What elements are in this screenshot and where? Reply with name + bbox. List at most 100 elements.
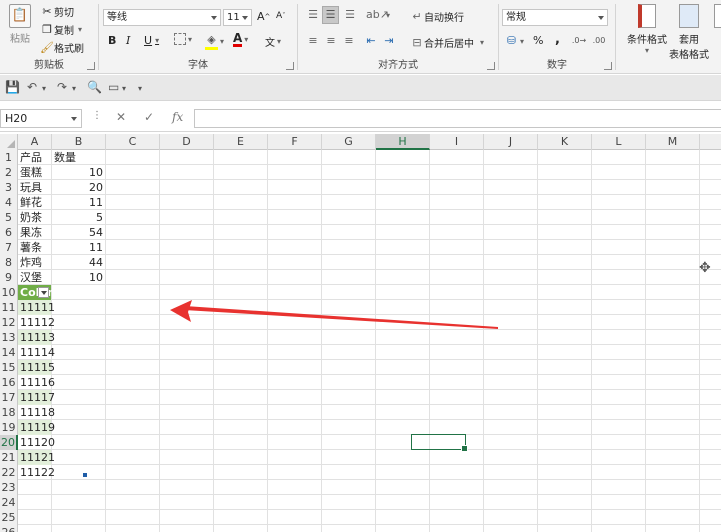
cell-d2[interactable]: [160, 165, 214, 180]
cell-f4[interactable]: [268, 195, 322, 210]
cell-c22[interactable]: [106, 465, 160, 480]
copy-button[interactable]: ❐ 复制 ▾: [40, 22, 82, 38]
format-as-table-button[interactable]: 套用 表格格式: [668, 4, 710, 61]
cancel-icon[interactable]: ✕: [116, 110, 126, 124]
cell-b26[interactable]: [52, 525, 106, 532]
cell-f6[interactable]: [268, 225, 322, 240]
cell-i15[interactable]: [430, 360, 484, 375]
column-header-c[interactable]: C: [106, 134, 160, 150]
cell-g14[interactable]: [322, 345, 376, 360]
cell-c12[interactable]: [106, 315, 160, 330]
cell-f20[interactable]: [268, 435, 322, 450]
border-button[interactable]: ▾: [174, 33, 192, 45]
cell-d7[interactable]: [160, 240, 214, 255]
cell-f21[interactable]: [268, 450, 322, 465]
cell-c11[interactable]: [106, 300, 160, 315]
row-header-17[interactable]: 17: [0, 390, 18, 405]
row-header-4[interactable]: 4: [0, 195, 18, 210]
cell-c5[interactable]: [106, 210, 160, 225]
cell-a18[interactable]: 11118: [18, 405, 55, 420]
align-left-button[interactable]: ≡: [306, 34, 320, 48]
row-header-16[interactable]: 16: [0, 375, 18, 390]
wrap-text-button[interactable]: ↵ 自动换行: [410, 9, 464, 25]
formula-input[interactable]: [194, 109, 721, 128]
cell-k10[interactable]: [538, 285, 592, 300]
cell-j8[interactable]: [484, 255, 538, 270]
cell-h12[interactable]: [376, 315, 430, 330]
cell-m1[interactable]: [646, 150, 700, 165]
cell-b14[interactable]: [52, 345, 106, 360]
cell-i12[interactable]: [430, 315, 484, 330]
cell-d10[interactable]: [160, 285, 214, 300]
cell-m26[interactable]: [646, 525, 700, 532]
cell-l19[interactable]: [592, 420, 646, 435]
screen-icon[interactable]: ▭: [108, 80, 119, 94]
cell-g5[interactable]: [322, 210, 376, 225]
cell-l26[interactable]: [592, 525, 646, 532]
cell-g24[interactable]: [322, 495, 376, 510]
cell-c16[interactable]: [106, 375, 160, 390]
cell-g20[interactable]: [322, 435, 376, 450]
cell-e3[interactable]: [214, 180, 268, 195]
cell-b22[interactable]: [52, 465, 106, 480]
cell-a3[interactable]: 玩具: [18, 180, 52, 195]
cell-h8[interactable]: [376, 255, 430, 270]
cell-c17[interactable]: [106, 390, 160, 405]
cell-h10[interactable]: [376, 285, 430, 300]
cell-b23[interactable]: [52, 480, 106, 495]
cell-j15[interactable]: [484, 360, 538, 375]
cell-m25[interactable]: [646, 510, 700, 525]
cell-h24[interactable]: [376, 495, 430, 510]
cell-j23[interactable]: [484, 480, 538, 495]
cell-d18[interactable]: [160, 405, 214, 420]
cell-e8[interactable]: [214, 255, 268, 270]
cell-f13[interactable]: [268, 330, 322, 345]
cell-j19[interactable]: [484, 420, 538, 435]
cell-m23[interactable]: [646, 480, 700, 495]
cell-a11[interactable]: 11111: [18, 300, 55, 315]
cell-a23[interactable]: [18, 480, 52, 495]
cell-m10[interactable]: [646, 285, 700, 300]
row-header-18[interactable]: 18: [0, 405, 18, 420]
cell-f2[interactable]: [268, 165, 322, 180]
cell-j14[interactable]: [484, 345, 538, 360]
cell-f3[interactable]: [268, 180, 322, 195]
cell-a17[interactable]: 11117: [18, 390, 55, 405]
undo-icon[interactable]: ↶: [27, 80, 37, 94]
cell-f25[interactable]: [268, 510, 322, 525]
cell-f18[interactable]: [268, 405, 322, 420]
cell-d14[interactable]: [160, 345, 214, 360]
cell-d21[interactable]: [160, 450, 214, 465]
cell-b16[interactable]: [52, 375, 106, 390]
cell-m9[interactable]: [646, 270, 700, 285]
row-header-22[interactable]: 22: [0, 465, 18, 480]
cell-i23[interactable]: [430, 480, 484, 495]
underline-button[interactable]: U ▾: [144, 34, 159, 47]
cell-k13[interactable]: [538, 330, 592, 345]
cell-e10[interactable]: [214, 285, 268, 300]
cell-b13[interactable]: [52, 330, 106, 345]
italic-button[interactable]: I: [126, 34, 130, 47]
cell-c14[interactable]: [106, 345, 160, 360]
cell-c9[interactable]: [106, 270, 160, 285]
cell-k21[interactable]: [538, 450, 592, 465]
cell-j18[interactable]: [484, 405, 538, 420]
cell-b7[interactable]: 11: [52, 240, 106, 255]
cell-e12[interactable]: [214, 315, 268, 330]
name-box[interactable]: H20: [0, 109, 82, 128]
cell-f11[interactable]: [268, 300, 322, 315]
cell-f17[interactable]: [268, 390, 322, 405]
fill-color-button[interactable]: ◈ ▾: [205, 33, 224, 50]
cell-j6[interactable]: [484, 225, 538, 240]
grow-font-button[interactable]: A ^: [257, 10, 270, 23]
cell-l14[interactable]: [592, 345, 646, 360]
cell-e4[interactable]: [214, 195, 268, 210]
cell-a16[interactable]: 11116: [18, 375, 55, 390]
cell-i13[interactable]: [430, 330, 484, 345]
cell-l5[interactable]: [592, 210, 646, 225]
column-header-j[interactable]: J: [484, 134, 538, 150]
cell-e17[interactable]: [214, 390, 268, 405]
cell-j2[interactable]: [484, 165, 538, 180]
cell-k5[interactable]: [538, 210, 592, 225]
phonetic-button[interactable]: 文 ▾: [265, 34, 281, 49]
